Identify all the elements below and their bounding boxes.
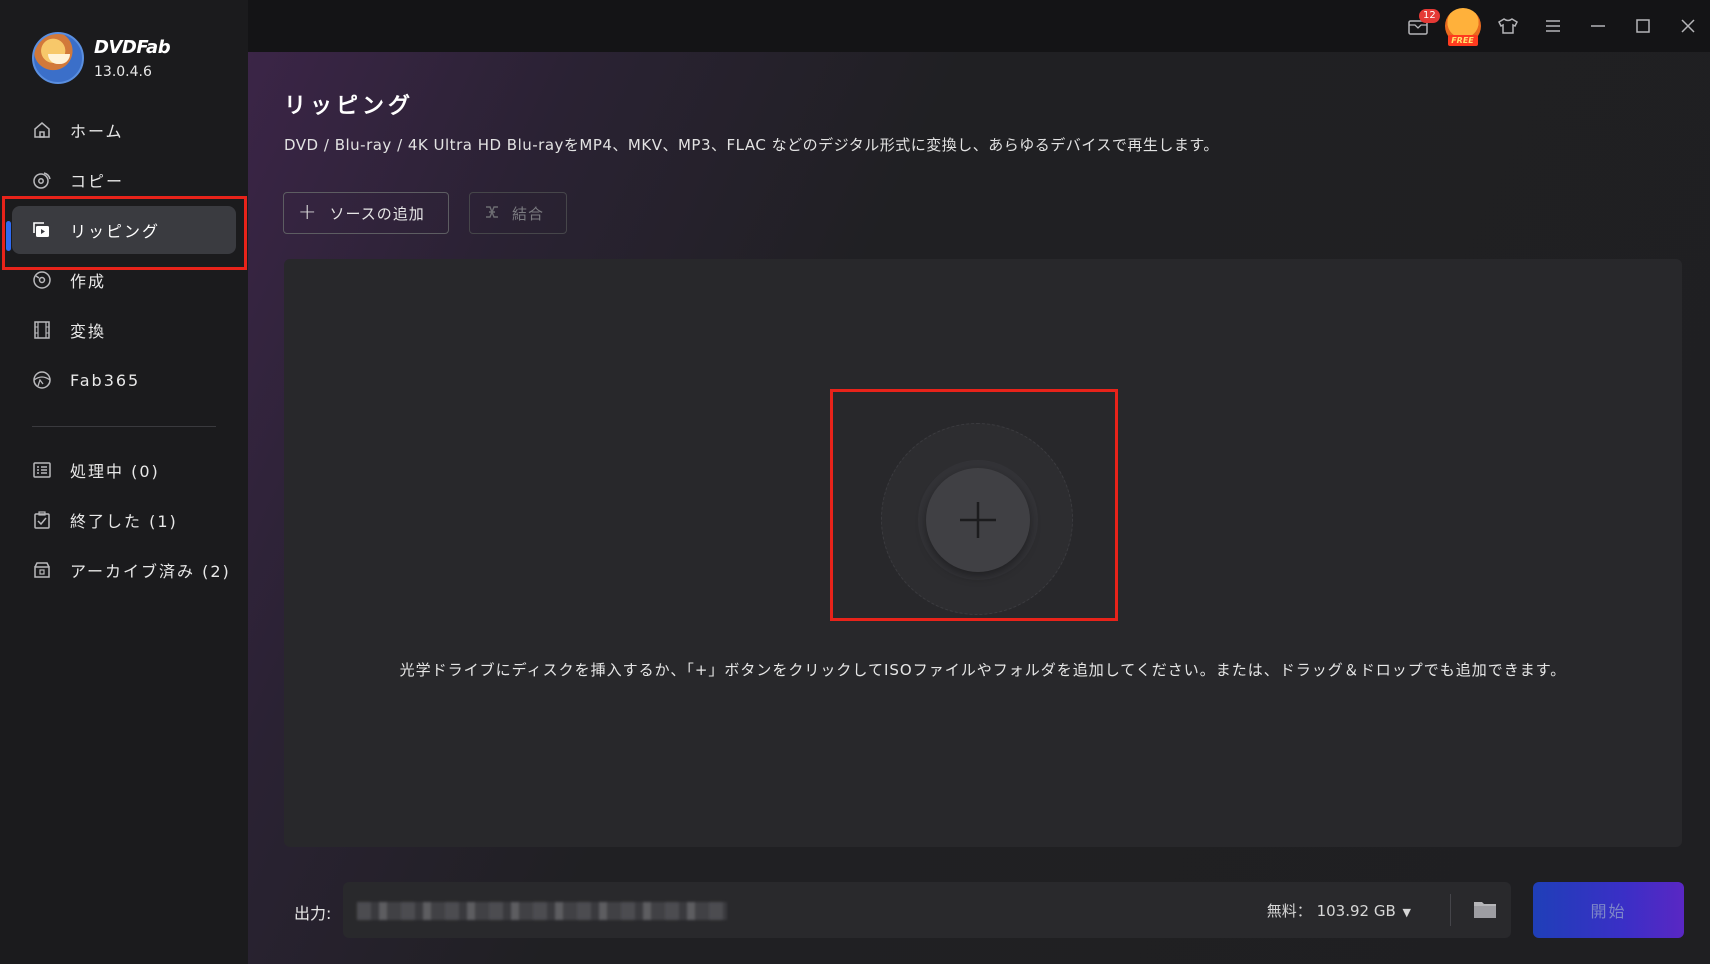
free-gift-icon: FREE bbox=[1444, 8, 1481, 46]
output-path-field[interactable]: 無料： 103.92 GB ▼ bbox=[343, 882, 1511, 938]
ripping-icon bbox=[32, 220, 52, 240]
main-content: リッピング DVD / Blu-ray / 4K Ultra HD Blu-ra… bbox=[248, 52, 1710, 964]
start-button[interactable]: 開始 bbox=[1533, 882, 1684, 938]
menu-button[interactable] bbox=[1530, 0, 1575, 52]
skin-button[interactable] bbox=[1485, 0, 1530, 52]
fab365-icon bbox=[32, 370, 52, 390]
add-source-circle bbox=[881, 423, 1073, 615]
plus-icon bbox=[960, 502, 996, 538]
hamburger-menu-icon bbox=[1545, 20, 1560, 32]
free-badge-text: FREE bbox=[1447, 35, 1478, 46]
title-bar: 12 FREE bbox=[248, 0, 1710, 52]
sidebar-item-creator[interactable]: 作成 bbox=[12, 256, 236, 304]
merge-button[interactable]: 結合 bbox=[469, 192, 567, 234]
app-version: 13.0.4.6 bbox=[94, 63, 152, 80]
page-title: リッピング bbox=[284, 94, 415, 119]
maximize-icon bbox=[1635, 19, 1650, 33]
creator-disc-icon bbox=[32, 270, 52, 290]
drop-zone[interactable]: 光学ドライブにディスクを挿入するか、「+」ボタンをクリックしてISOファイルやフ… bbox=[284, 259, 1682, 847]
free-space[interactable]: 無料： 103.92 GB ▼ bbox=[1267, 900, 1411, 921]
sidebar-item-ripping[interactable]: リッピング bbox=[12, 206, 236, 254]
sidebar-divider bbox=[32, 426, 216, 427]
sidebar-item-label: 作成 bbox=[70, 272, 107, 291]
minimize-icon bbox=[1590, 25, 1605, 27]
tshirt-icon bbox=[1497, 18, 1518, 34]
processing-list-icon bbox=[32, 460, 52, 480]
free-space-label: 無料： bbox=[1266, 902, 1312, 920]
output-label: 出力: bbox=[294, 904, 332, 923]
sidebar-item-home[interactable]: ホーム bbox=[12, 106, 236, 154]
browse-folder-button[interactable] bbox=[1473, 898, 1497, 920]
sidebar-item-label: アーカイブ済み (2) bbox=[70, 562, 231, 581]
sidebar-item-label: コピー bbox=[70, 172, 125, 191]
output-bar: 出力: 無料： 103.92 GB ▼ 開始 bbox=[248, 882, 1710, 938]
sidebar-item-label: 処理中 (0) bbox=[70, 462, 160, 481]
add-source-label: ソースの追加 bbox=[329, 204, 425, 223]
finished-clipboard-icon bbox=[32, 510, 52, 530]
merge-label: 結合 bbox=[512, 204, 545, 223]
home-icon bbox=[32, 120, 52, 140]
archive-box-icon bbox=[32, 560, 52, 580]
notification-badge: 12 bbox=[1419, 9, 1440, 23]
app-logo: DVDFab 13.0.4.6 bbox=[32, 32, 171, 84]
output-path-blurred bbox=[357, 902, 727, 920]
caret-down-icon: ▼ bbox=[1402, 906, 1411, 919]
maximize-button[interactable] bbox=[1620, 0, 1665, 52]
plus-icon: + bbox=[298, 200, 318, 225]
sidebar-item-label: リッピング bbox=[70, 222, 161, 241]
film-icon bbox=[32, 320, 52, 340]
sidebar-item-archived[interactable]: アーカイブ済み (2) bbox=[12, 546, 236, 594]
folder-icon bbox=[1474, 902, 1496, 918]
free-gift-button[interactable]: FREE bbox=[1440, 0, 1485, 52]
merge-icon bbox=[484, 204, 500, 223]
sidebar-item-processing[interactable]: 処理中 (0) bbox=[12, 446, 236, 494]
sidebar-item-copy[interactable]: コピー bbox=[12, 156, 236, 204]
sidebar-item-fab365[interactable]: Fab365 bbox=[12, 356, 236, 404]
sidebar-item-finished[interactable]: 終了した (1) bbox=[12, 496, 236, 544]
sidebar-item-label: Fab365 bbox=[70, 370, 141, 390]
notifications-button[interactable]: 12 bbox=[1395, 0, 1440, 52]
output-separator bbox=[1450, 894, 1451, 926]
free-space-value: 103.92 GB bbox=[1316, 902, 1396, 920]
sidebar: DVDFab 13.0.4.6 ホーム コピー リッピング 作成 変換 Fab3… bbox=[0, 0, 248, 964]
close-button[interactable] bbox=[1665, 0, 1710, 52]
dvdfab-mascot-icon bbox=[32, 32, 84, 84]
app-name: DVDFab bbox=[94, 36, 171, 58]
active-indicator bbox=[6, 221, 11, 251]
close-icon bbox=[1680, 19, 1695, 33]
drop-hint-text: 光学ドライブにディスクを挿入するか、「+」ボタンをクリックしてISOファイルやフ… bbox=[399, 661, 1567, 679]
sidebar-item-converter[interactable]: 変換 bbox=[12, 306, 236, 354]
copy-disc-icon bbox=[32, 170, 52, 190]
sidebar-item-label: 変換 bbox=[70, 322, 107, 341]
sidebar-item-label: 終了した (1) bbox=[70, 512, 178, 531]
minimize-button[interactable] bbox=[1575, 0, 1620, 52]
add-plus-button[interactable] bbox=[926, 468, 1030, 572]
sidebar-item-label: ホーム bbox=[70, 122, 124, 141]
page-description: DVD / Blu-ray / 4K Ultra HD Blu-rayをMP4、… bbox=[284, 136, 1219, 154]
add-source-button[interactable]: + ソースの追加 bbox=[283, 192, 449, 234]
